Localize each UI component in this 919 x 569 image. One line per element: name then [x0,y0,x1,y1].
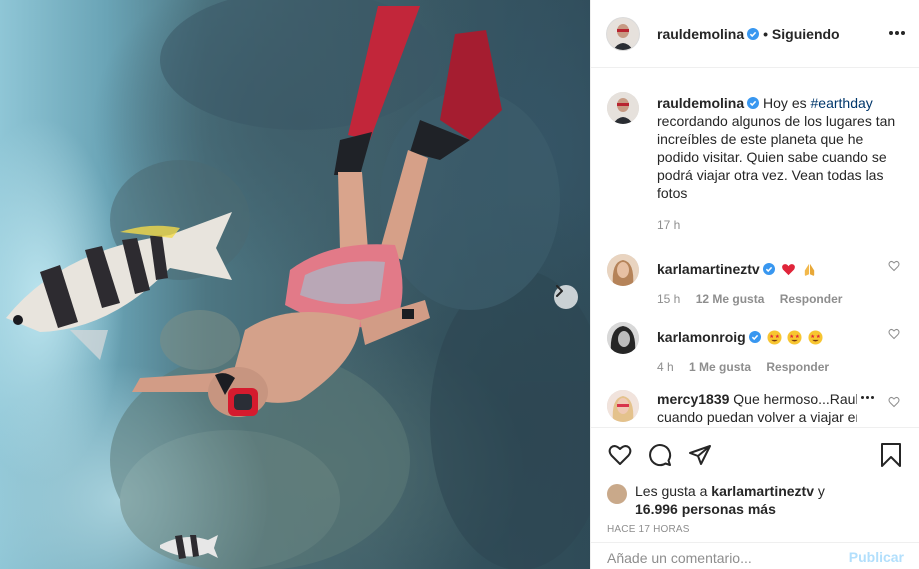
likes-others-link[interactable]: 16.996 personas más [635,501,776,517]
post-header: rauldemolina • Siguiendo [591,0,919,68]
commenter-avatar[interactable] [607,322,639,354]
avatar-image [607,390,639,422]
likes-and: y [817,483,825,499]
like-comment-heart-icon[interactable] [888,260,900,272]
caption-body: rauldemolina Hoy es #earthday recordando… [657,94,904,234]
comment-body: karlamonroig 4 h 1 Me gusta Responder [657,328,904,376]
more-dot-icon [871,396,874,399]
author-avatar[interactable] [607,92,639,124]
comment-likes[interactable]: 12 Me gusta [696,292,765,306]
save-button[interactable] [878,442,904,468]
comment-username[interactable]: mercy1839 [657,391,729,407]
comment-text: Que hermoso...Raul [733,391,857,407]
folded-hands-icon [804,263,814,277]
post-timestamp[interactable]: HACE 17 HORAS [591,524,919,535]
commenter-avatar[interactable] [607,254,639,286]
bookmark-icon [881,443,901,467]
avatar-image [607,322,639,354]
comment-more-button[interactable] [861,396,874,399]
action-bar [591,428,919,482]
comment-button[interactable] [647,442,673,468]
comment-body: karlamartineztv 15 h 12 Me gusta Respond… [657,260,904,308]
post-actions: Les gusta a karlamartineztv y 16.996 per… [591,427,919,535]
comment-username[interactable]: karlamonroig [657,329,746,345]
caption-time-text[interactable]: 17 h [657,218,680,232]
comment-row: karlamonroig 4 h 1 Me gusta Responder [591,322,919,376]
like-comment-heart-icon[interactable] [888,328,900,340]
verified-badge-icon [762,263,775,275]
comment-meta: 4 h 1 Me gusta Responder [657,358,904,376]
chevron-right-icon [556,285,563,297]
comment-row: mercy1839 Que hermoso...Raul cuando pued… [591,390,919,426]
star-struck-icon [767,330,782,345]
comment-meta: 15 h 12 Me gusta Responder [657,290,904,308]
hashtag-link[interactable]: #earthday [811,95,873,111]
caption-time: 17 h [657,216,904,234]
post-photo[interactable] [0,0,590,569]
verified-badge-icon [747,27,760,40]
reply-button[interactable]: Responder [780,292,843,306]
commenter-avatar[interactable] [607,390,639,422]
more-dot-icon [895,31,899,35]
more-options-button[interactable] [887,23,907,43]
red-heart-icon [781,264,795,276]
liker-avatar[interactable] [607,484,627,504]
comment-time[interactable]: 4 h [657,360,674,374]
like-button[interactable] [607,442,633,468]
liker-username[interactable]: karlamartineztv [711,483,814,499]
comments-section: rauldemolina Hoy es #earthday recordando… [591,69,919,427]
star-struck-icon [808,330,823,345]
avatar-image [607,92,639,124]
reply-button[interactable]: Responder [766,360,829,374]
comment-bubble-icon [649,444,672,467]
caption: rauldemolina Hoy es #earthday recordando… [591,92,919,234]
add-comment-bar: Publicar [591,542,919,569]
next-photo-button[interactable] [554,285,578,309]
caption-username[interactable]: rauldemolina [657,95,744,111]
avatar-image [607,254,639,286]
comment-username[interactable]: karlamartineztv [657,261,760,277]
more-dot-icon [866,396,869,399]
like-comment-heart-icon[interactable] [888,396,900,408]
publish-button[interactable]: Publicar [849,549,904,565]
caption-text-prefix: Hoy es [763,95,807,111]
more-dot-icon [889,31,893,35]
post-sidebar: rauldemolina • Siguiendo rauldemolina Ho… [590,0,919,569]
comment-text-continued: cuando puedan volver a viajar en [657,409,857,425]
author-username[interactable]: rauldemolina [657,26,744,42]
share-button[interactable] [687,442,713,468]
heart-icon [608,445,632,465]
more-dot-icon [901,31,905,35]
verified-badge-icon [747,97,760,109]
caption-text: recordando algunos de los lugares tan in… [657,113,896,201]
underwater-scene [6,0,590,569]
more-dot-icon [861,396,864,399]
likes-prefix: Les gusta a [635,483,708,499]
follow-status[interactable]: • Siguiendo [763,26,839,42]
verified-badge-icon [748,331,761,343]
likes-text: Les gusta a karlamartineztv y 16.996 per… [635,482,825,518]
comment-body: mercy1839 Que hermoso...Raul cuando pued… [657,390,857,426]
likes-summary: Les gusta a karlamartineztv y 16.996 per… [591,482,919,518]
comment-row: karlamartineztv 15 h 12 Me gusta Respond… [591,254,919,308]
comment-input[interactable] [607,547,849,569]
comment-likes[interactable]: 1 Me gusta [689,360,751,374]
star-struck-icon [787,330,803,345]
author-avatar[interactable] [607,17,639,50]
comment-time[interactable]: 15 h [657,292,680,306]
avatar-image [607,17,639,50]
paper-plane-icon [689,445,711,465]
